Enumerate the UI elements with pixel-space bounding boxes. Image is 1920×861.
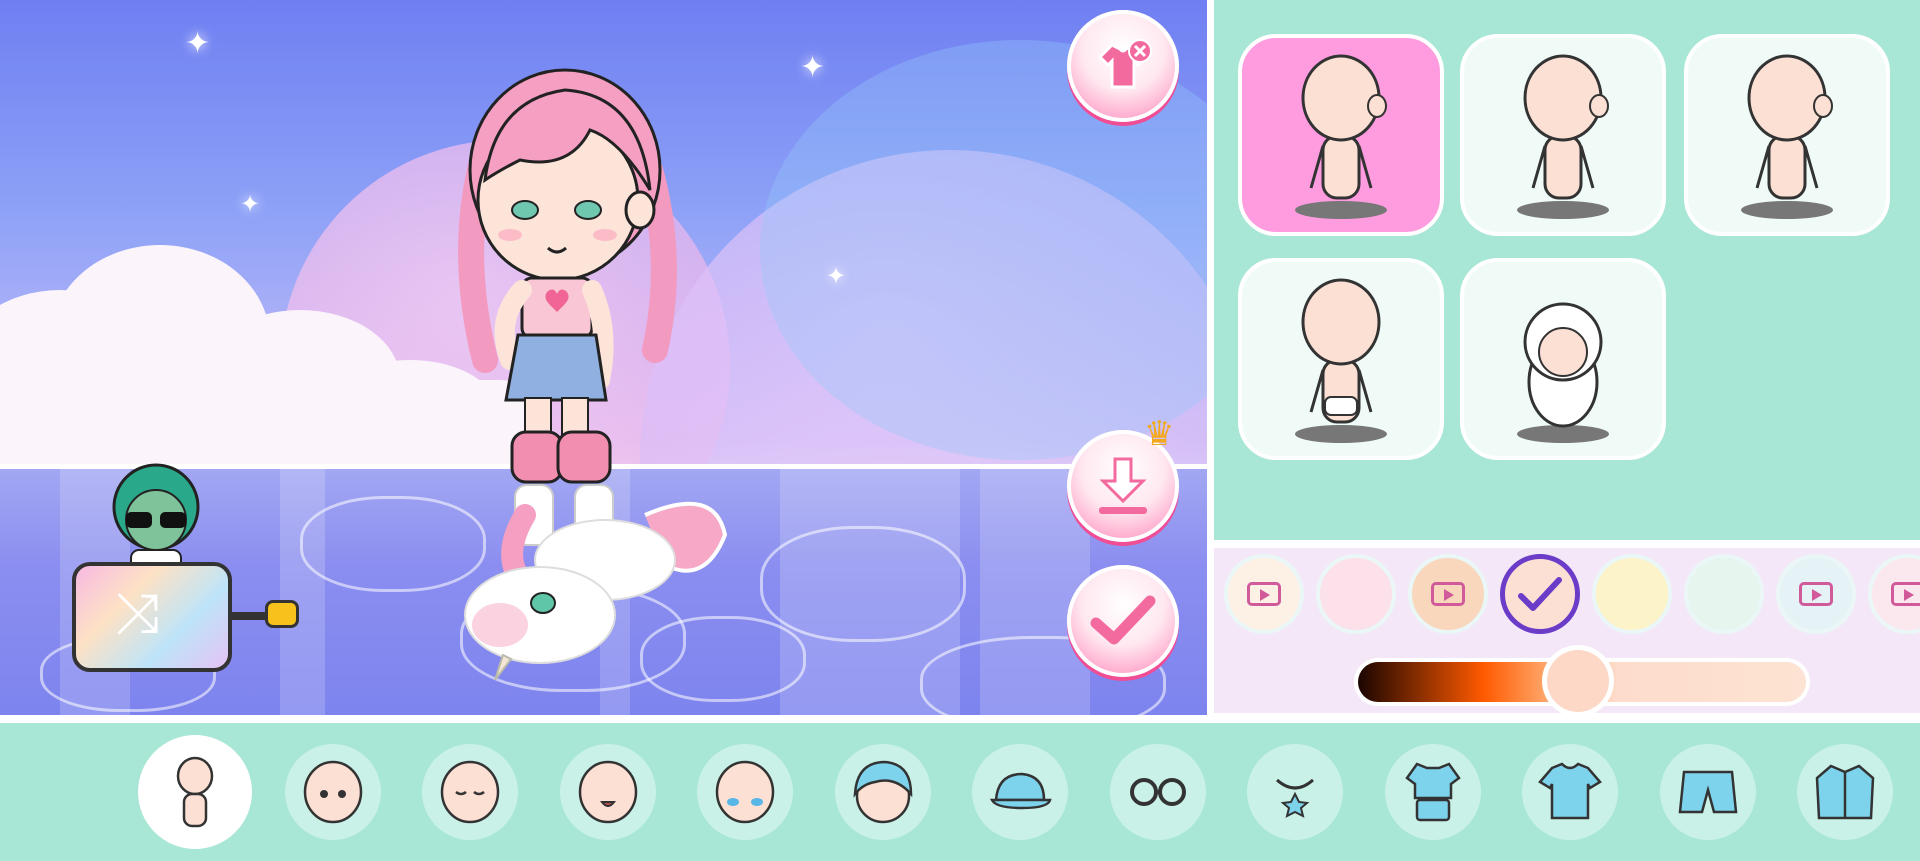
category-face-closed-eyes-button[interactable] xyxy=(422,744,518,840)
category-face-eyes-button[interactable] xyxy=(284,744,381,840)
sparkle-icon: ✦ xyxy=(800,50,826,85)
skin-color-swatch[interactable] xyxy=(1500,554,1580,634)
video-ad-icon xyxy=(1799,582,1833,606)
skin-color-swatch[interactable] xyxy=(1224,554,1304,634)
body-figure-icon xyxy=(1295,54,1387,219)
category-body-button[interactable] xyxy=(138,735,252,849)
video-ad-icon xyxy=(1431,582,1465,606)
body-type-5-card[interactable] xyxy=(1460,258,1666,460)
sparkle-icon: ✦ xyxy=(826,262,847,290)
face-blush-icon xyxy=(715,760,775,824)
video-ad-icon xyxy=(1891,582,1920,606)
outfit-icon xyxy=(1404,762,1461,822)
skin-tone-slider-knob[interactable] xyxy=(1546,650,1609,712)
confirm-button[interactable] xyxy=(1067,565,1179,677)
category-hat-button[interactable] xyxy=(972,744,1068,840)
body-type-3-card[interactable] xyxy=(1684,34,1890,236)
tshirt-icon xyxy=(1538,762,1602,820)
category-bar xyxy=(0,723,1920,861)
video-ad-icon xyxy=(1247,582,1281,606)
skin-color-swatch[interactable] xyxy=(1592,554,1672,634)
category-jacket-button[interactable] xyxy=(1797,744,1893,840)
unicorn-pet[interactable] xyxy=(455,475,745,680)
shirt-remove-icon xyxy=(1097,39,1152,89)
category-outfit-button[interactable] xyxy=(1384,744,1481,840)
body-figure-icon xyxy=(1741,54,1833,219)
doll-character[interactable] xyxy=(440,60,690,490)
water-ripple xyxy=(760,526,966,642)
body-figure-icon xyxy=(1517,54,1609,219)
body-type-panel xyxy=(1214,0,1920,540)
skin-color-swatch[interactable] xyxy=(1316,554,1396,634)
glasses-icon xyxy=(1129,778,1186,806)
face-mouth-icon xyxy=(578,760,637,824)
download-icon xyxy=(1099,457,1147,514)
skin-color-swatch[interactable] xyxy=(1408,554,1488,634)
skin-color-swatch[interactable] xyxy=(1776,554,1856,634)
category-face-mouth-button[interactable] xyxy=(559,744,656,840)
hair-icon xyxy=(853,760,912,824)
skin-color-swatch[interactable] xyxy=(1684,554,1764,634)
body-type-1-card[interactable] xyxy=(1238,34,1444,236)
sparkle-icon: ✦ xyxy=(185,26,211,61)
remove-outfit-button[interactable] xyxy=(1067,10,1179,122)
shuffle-crank-handle xyxy=(265,600,299,628)
character-scene: ✦ ✦ ✦ ✦ ✦ xyxy=(0,0,1207,715)
checkmark-icon xyxy=(1090,595,1156,645)
checkmark-icon xyxy=(1518,577,1562,611)
category-glasses-button[interactable] xyxy=(1109,744,1206,840)
body-type-4-card[interactable] xyxy=(1238,258,1444,460)
shorts-icon xyxy=(1678,770,1737,814)
body-figure-icon xyxy=(1517,302,1609,443)
face-closed-eyes-icon xyxy=(440,760,500,824)
crown-icon: ♛ xyxy=(1144,414,1175,454)
category-bottom-button[interactable] xyxy=(1659,744,1756,840)
category-face-blush-button[interactable] xyxy=(697,744,793,840)
necklace-icon xyxy=(1276,778,1314,818)
category-top-button[interactable] xyxy=(1522,744,1618,840)
face-eyes-icon xyxy=(303,760,362,824)
body-figure-icon xyxy=(1295,278,1387,443)
body-type-2-card[interactable] xyxy=(1460,34,1666,236)
category-hair-button[interactable] xyxy=(834,744,931,840)
category-necklace-button[interactable] xyxy=(1247,744,1343,840)
sparkle-icon: ✦ xyxy=(240,190,261,218)
body-icon xyxy=(176,756,214,828)
shuffle-icon: ⤨ xyxy=(115,581,160,646)
skin-color-swatch[interactable] xyxy=(1868,554,1920,634)
cap-icon xyxy=(989,772,1052,810)
jacket-icon xyxy=(1815,764,1875,820)
shuffle-button[interactable]: ⤨ xyxy=(60,462,305,682)
